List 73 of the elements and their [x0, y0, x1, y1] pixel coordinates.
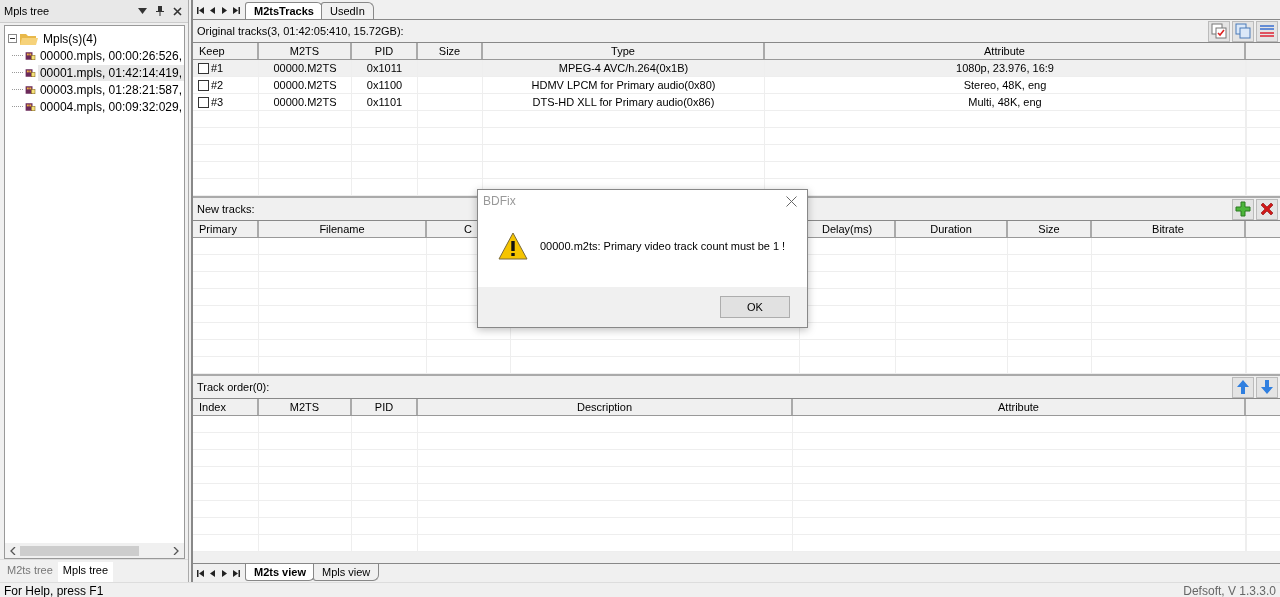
- table-cell: MPEG-4 AVC/h.264(0x1B): [558, 62, 689, 74]
- table-cell: 0x1101: [366, 96, 403, 108]
- table-cell: 0x1011: [366, 62, 403, 74]
- view-tab[interactable]: M2tsTracks: [245, 2, 323, 19]
- column-header[interactable]: Primary: [193, 221, 259, 237]
- version-text: Defsoft, V 1.3.3.0: [1183, 583, 1276, 597]
- column-header[interactable]: Description: [418, 399, 793, 415]
- checkbox[interactable]: [198, 96, 209, 108]
- tree-item[interactable]: 00001.mpls, 01:42:14:419,: [37, 64, 184, 81]
- panel-title: Mpls tree: [4, 5, 50, 17]
- section-title: Original tracks(3, 01:42:05:410, 15.72GB):: [197, 25, 404, 37]
- view-tab[interactable]: UsedIn: [320, 2, 374, 19]
- dialog-title: BDFix: [483, 194, 516, 208]
- checkbox[interactable]: [198, 62, 209, 74]
- view-tab[interactable]: Mpls view: [312, 564, 380, 581]
- delete-icon[interactable]: [1256, 198, 1278, 220]
- column-header[interactable]: Bitrate: [1092, 221, 1246, 237]
- table-cell: DTS-HD XLL for Primary audio(0x86): [532, 96, 715, 108]
- view-tab[interactable]: M2ts view: [245, 564, 315, 581]
- column-header[interactable]: M2TS: [259, 399, 352, 415]
- column-header[interactable]: Size: [1008, 221, 1092, 237]
- nav-next-icon[interactable]: [221, 7, 228, 14]
- nav-last-icon[interactable]: [233, 7, 240, 14]
- scroll-left-icon[interactable]: [10, 546, 16, 555]
- check-list-icon[interactable]: [1208, 20, 1230, 42]
- tree-item[interactable]: 00003.mpls, 01:28:21:587,: [37, 81, 184, 98]
- panel-tab[interactable]: M2ts tree: [2, 562, 58, 582]
- column-header[interactable]: Attribute: [793, 399, 1246, 415]
- folder-icon: [19, 31, 39, 46]
- section-title: New tracks:: [197, 203, 255, 215]
- table-cell: Multi, 48K, eng: [968, 96, 1042, 108]
- close-icon[interactable]: [173, 6, 182, 16]
- dialog-message: 00000.m2ts: Primary video track count must be 1 !: [540, 239, 786, 252]
- close-icon[interactable]: [786, 195, 797, 207]
- dropdown-icon[interactable]: [138, 8, 147, 14]
- column-header[interactable]: PID: [352, 399, 418, 415]
- warning-icon: [498, 231, 528, 260]
- column-header[interactable]: Index: [193, 399, 259, 415]
- copy-icon[interactable]: [1232, 20, 1254, 42]
- lines-icon[interactable]: [1256, 20, 1278, 42]
- section-title: Track order(0):: [197, 381, 270, 393]
- tree-item[interactable]: 00000.mpls, 00:00:26:526,: [37, 47, 184, 64]
- track-number: #2: [211, 78, 224, 93]
- tree-item[interactable]: 00004.mpls, 00:09:32:029,: [37, 98, 184, 115]
- ok-button[interactable]: OK: [720, 296, 790, 318]
- table-cell: 00000.M2TS: [273, 96, 337, 108]
- nav-first-icon[interactable]: [197, 570, 204, 577]
- add-icon[interactable]: [1232, 198, 1254, 220]
- track-number: #3: [211, 95, 224, 110]
- table-cell: Stereo, 48K, eng: [963, 79, 1047, 91]
- checkbox[interactable]: [198, 79, 209, 91]
- table-cell: 1080p, 23.976, 16:9: [956, 62, 1054, 74]
- table-cell: HDMV LPCM for Primary audio(0x80): [531, 79, 716, 91]
- scroll-right-icon[interactable]: [173, 546, 179, 555]
- collapse-icon[interactable]: [8, 34, 17, 43]
- table-cell: 00000.M2TS: [273, 62, 337, 74]
- column-header[interactable]: Duration: [896, 221, 1008, 237]
- nav-first-icon[interactable]: [197, 7, 204, 14]
- track-number: #1: [211, 61, 224, 76]
- status-text: For Help, press F1: [4, 583, 104, 597]
- nav-next-icon[interactable]: [221, 570, 228, 577]
- pin-icon[interactable]: [156, 6, 164, 16]
- move-down-icon[interactable]: [1256, 376, 1278, 398]
- nav-last-icon[interactable]: [233, 570, 240, 577]
- tree-item[interactable]: Mpls(s)(4): [41, 30, 99, 47]
- horizontal-scrollbar[interactable]: [5, 543, 184, 558]
- panel-tab[interactable]: Mpls tree: [57, 562, 114, 582]
- table-cell: 00000.M2TS: [273, 79, 337, 91]
- nav-prev-icon[interactable]: [209, 7, 216, 14]
- table-cell: 0x1100: [366, 79, 403, 91]
- nav-prev-icon[interactable]: [209, 570, 216, 577]
- move-up-icon[interactable]: [1232, 376, 1254, 398]
- column-header[interactable]: Filename: [259, 221, 427, 237]
